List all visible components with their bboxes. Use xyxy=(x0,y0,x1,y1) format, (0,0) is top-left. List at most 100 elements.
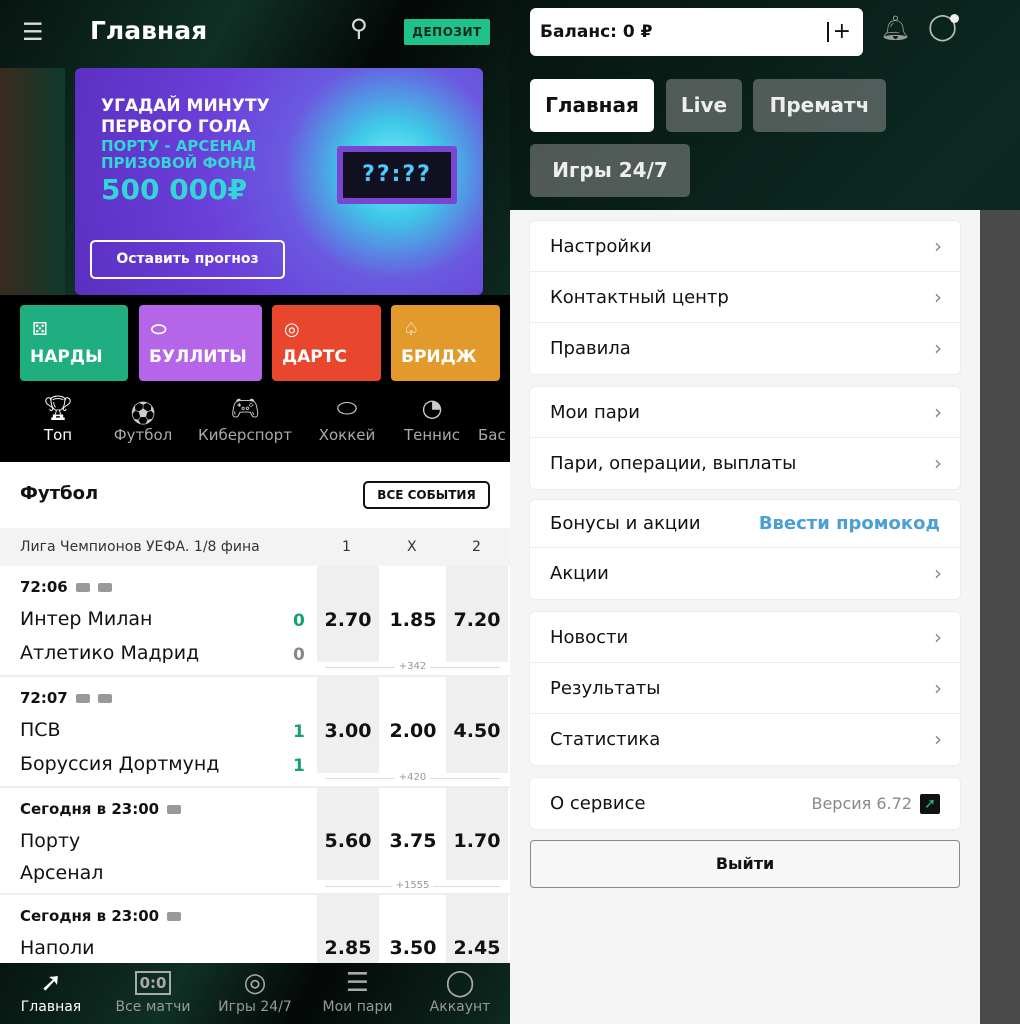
menu-group: Бонусы и акции Ввести промокод Акции › xyxy=(530,500,960,599)
game-tile-darts[interactable]: ◎ ДАРТС xyxy=(272,305,381,381)
odd-1[interactable]: 2.85 xyxy=(317,895,379,965)
match-row[interactable]: 72:07 ПСВ Боруссия Дортмунд 1 1 3.00 2.0… xyxy=(0,677,510,788)
away-score: 1 xyxy=(293,756,305,776)
game-tile-bullity[interactable]: ⬭ БУЛЛИТЫ xyxy=(139,305,262,381)
away-team: Атлетико Мадрид xyxy=(20,642,200,664)
odd-1[interactable]: 3.00 xyxy=(317,677,379,773)
home-score: 0 xyxy=(293,611,305,631)
bell-icon[interactable]: 🔔︎ xyxy=(880,14,910,42)
match-time: Сегодня в 23:00 xyxy=(20,907,182,925)
nav-my-bets[interactable]: ☰ Мои пари xyxy=(315,967,400,1015)
tab-home[interactable]: Главная xyxy=(530,79,654,132)
odd-1[interactable]: 2.70 xyxy=(317,566,379,662)
arrow-logo-icon: ➚ xyxy=(40,968,62,998)
game-tile-bridge[interactable]: ♤ БРИДЖ xyxy=(391,305,500,381)
search-icon[interactable]: ⚲ xyxy=(350,14,368,42)
user-icon[interactable]: ◯ xyxy=(928,12,959,42)
league-header[interactable]: Лига Чемпионов УЕФА. 1/8 фина 1 X 2 xyxy=(0,528,510,566)
add-funds-button[interactable]: + xyxy=(833,8,851,56)
trophy-icon: 🏆︎ xyxy=(42,394,74,422)
nav-all-matches[interactable]: 0:0 Все матчи xyxy=(108,967,198,1015)
odd-2[interactable]: 2.45 xyxy=(446,895,508,965)
gamepad-icon: 🎮︎ xyxy=(229,394,261,422)
bottom-nav: ➚ Главная 0:0 Все матчи ◎ Игры 24/7 ☰ Мои па… xyxy=(0,963,510,1024)
menu-item-my-bets[interactable]: Мои пари › xyxy=(530,387,960,438)
nav-account[interactable]: ◯ Аккаунт xyxy=(420,967,500,1015)
odd-x[interactable]: 3.50 xyxy=(382,895,444,965)
nav-games[interactable]: ◎ Игры 24/7 xyxy=(210,967,300,1015)
all-events-button[interactable]: ВСЕ СОБЫТИЯ xyxy=(363,481,490,509)
home-team: ПСВ xyxy=(20,719,61,741)
home-team: Интер Милан xyxy=(20,608,153,630)
home-screen: ☰ Главная ⚲ ДЕПОЗИТ УГАДАЙ МИНУТУ ПЕРВОГО… xyxy=(0,0,510,1024)
match-row[interactable]: Сегодня в 23:00 Наполи 2.85 3.50 2.45 xyxy=(0,895,510,965)
menu-item-settings[interactable]: Настройки › xyxy=(530,221,960,272)
sports-nav: 🏆︎ Топ ⚽︎ Футбол 🎮︎ Киберспорт ⬭ Хоккей ◔ Тен… xyxy=(0,382,510,462)
sport-football[interactable]: ⚽︎ Футбол xyxy=(108,394,178,444)
menu-item-contact-center[interactable]: Контактный центр › xyxy=(530,272,960,323)
logout-button[interactable]: Выйти xyxy=(530,840,960,888)
account-menu-screen: Баланс: 0 ₽ + 🔔︎ ◯ Главная Live Прематч И… xyxy=(510,0,1020,1024)
menu-item-about[interactable]: О сервисе Версия 6.72 ➚ xyxy=(530,778,960,829)
odd-2[interactable]: 4.50 xyxy=(446,677,508,773)
menu-item-transactions[interactable]: Пари, операции, выплаты › xyxy=(530,438,960,489)
odd-x[interactable]: 3.75 xyxy=(382,788,444,880)
menu-group: О сервисе Версия 6.72 ➚ xyxy=(530,778,960,829)
sport-basketball[interactable]: Бас xyxy=(478,394,510,444)
app-logo-icon: ➚ xyxy=(920,794,940,814)
home-score: 1 xyxy=(293,722,305,742)
chevron-right-icon: › xyxy=(934,625,942,649)
stats-icon xyxy=(97,694,112,703)
stats-icon xyxy=(167,805,182,814)
make-prediction-button[interactable]: Оставить прогноз xyxy=(90,240,285,279)
chevron-right-icon: › xyxy=(934,676,942,700)
match-row[interactable]: 72:06 Интер Милан Атлетико Мадрид 0 0 2.… xyxy=(0,566,510,677)
odd-2[interactable]: 1.70 xyxy=(446,788,508,880)
menu-item-statistics[interactable]: Статистика › xyxy=(530,714,960,765)
sport-tennis[interactable]: ◔ Теннис xyxy=(398,394,466,444)
match-time: 72:07 xyxy=(20,689,112,707)
ticket-icon xyxy=(75,583,90,592)
dice-icon: ⚄ xyxy=(32,319,48,340)
odd-x[interactable]: 2.00 xyxy=(382,677,444,773)
menu-item-results[interactable]: Результаты › xyxy=(530,663,960,714)
match-time: 72:06 xyxy=(20,578,112,596)
promo-banner[interactable]: УГАДАЙ МИНУТУ ПЕРВОГО ГОЛА ПОРТУ - АРСЕНА… xyxy=(75,68,483,295)
sport-top[interactable]: 🏆︎ Топ xyxy=(38,394,78,444)
home-team: Порту xyxy=(20,830,81,852)
home-team: Наполи xyxy=(20,937,95,959)
chevron-right-icon: › xyxy=(934,400,942,424)
menu-item-bonuses: Бонусы и акции Ввести промокод xyxy=(530,500,960,548)
menu-item-news[interactable]: Новости › xyxy=(530,612,960,663)
dimmed-background-overlay[interactable] xyxy=(980,210,1020,1024)
promo-side-image xyxy=(0,68,65,295)
tab-live[interactable]: Live xyxy=(666,79,742,132)
odd-2[interactable]: 7.20 xyxy=(446,566,508,662)
enter-promocode-link[interactable]: Ввести промокод xyxy=(759,500,940,548)
match-row[interactable]: Сегодня в 23:00 Порту Арсенал 5.60 3.75 … xyxy=(0,788,510,895)
sport-hockey[interactable]: ⬭ Хоккей xyxy=(313,394,381,444)
app-version: Версия 6.72 xyxy=(811,794,912,813)
away-score: 0 xyxy=(293,645,305,665)
tab-prematch[interactable]: Прематч xyxy=(753,79,886,132)
odd-x[interactable]: 1.85 xyxy=(382,566,444,662)
balance-field[interactable]: Баланс: 0 ₽ + xyxy=(530,8,863,56)
chevron-right-icon: › xyxy=(934,285,942,309)
ticket-icon xyxy=(75,694,90,703)
odd-1[interactable]: 5.60 xyxy=(317,788,379,880)
sport-esports[interactable]: 🎮︎ Киберспорт xyxy=(190,394,300,444)
col-1: 1 xyxy=(342,539,351,555)
menu-item-rules[interactable]: Правила › xyxy=(530,323,960,374)
stats-icon xyxy=(97,583,112,592)
menu-group: Новости › Результаты › Статистика › xyxy=(530,612,960,765)
tab-games[interactable]: Игры 24/7 xyxy=(530,144,690,197)
banner-subheading: ПОРТУ - АРСЕНАЛ ПРИЗОВОЙ ФОНД xyxy=(101,137,257,172)
banner-heading: УГАДАЙ МИНУТУ ПЕРВОГО ГОЛА xyxy=(101,96,270,137)
deposit-button[interactable]: ДЕПОЗИТ xyxy=(404,19,490,45)
menu-item-promotions[interactable]: Акции › xyxy=(530,548,960,599)
spade-icon: ♤ xyxy=(403,319,420,340)
game-tile-nardy[interactable]: ⚄ НАРДЫ xyxy=(20,305,128,381)
nav-home[interactable]: ➚ Главная xyxy=(14,967,88,1015)
hamburger-icon[interactable]: ☰ xyxy=(22,18,44,46)
col-x: X xyxy=(407,539,417,555)
